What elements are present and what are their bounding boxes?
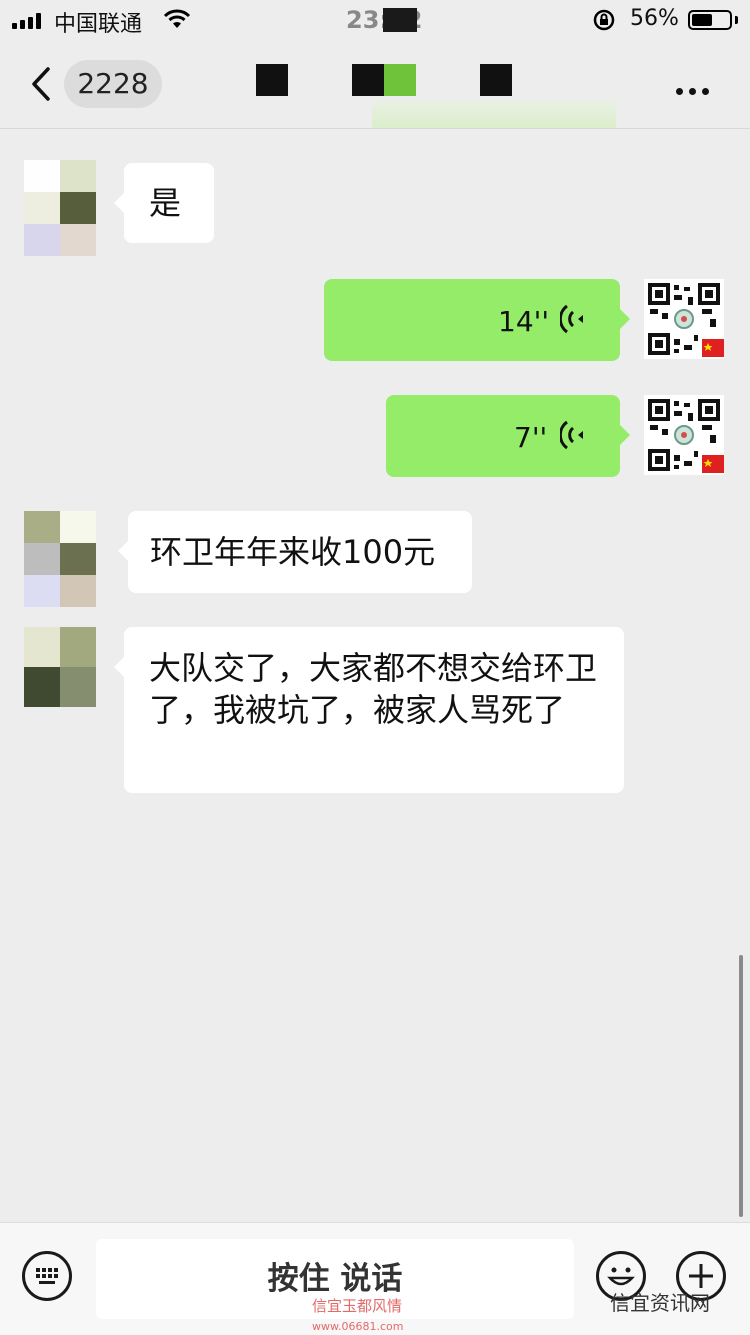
contact-avatar[interactable] [24, 511, 96, 607]
my-avatar[interactable] [644, 395, 724, 475]
unread-count-badge[interactable]: 2228 [64, 60, 162, 108]
watermark-right: 信宜资讯网 [610, 1291, 710, 1315]
battery-icon [688, 10, 732, 30]
message-bubble-incoming[interactable]: 环卫年年来收100元 [118, 511, 472, 593]
scroll-indicator[interactable] [739, 955, 743, 1217]
voice-wave-icon [560, 420, 583, 450]
voice-message-bubble[interactable]: 14'' [324, 279, 630, 361]
carrier-name: 中国联通 [54, 12, 143, 37]
chat-title-redacted [352, 64, 384, 96]
contact-avatar[interactable] [24, 627, 96, 707]
back-chevron-icon[interactable] [30, 66, 52, 102]
message-text: 是 [149, 184, 182, 222]
message-bubble-incoming[interactable]: 是 [114, 163, 214, 243]
watermark-left: 信宜玉都风情 www.06681.com [312, 1295, 403, 1334]
voice-message-bubble[interactable]: 7'' [386, 395, 630, 477]
qr-code-avatar-image [648, 283, 724, 357]
keyboard-toggle-button[interactable] [22, 1251, 72, 1301]
battery-level [692, 14, 712, 26]
wifi-icon [163, 9, 191, 28]
message-list[interactable]: 是 14'' 7'' 环卫年年来收100元 大队交了，大家都不想交给环卫了，我被… [0, 129, 750, 1222]
chat-input-bar: 按住 说话 信宜玉都风情 www.06681.com 信宜资讯网 [0, 1222, 750, 1335]
watermark-left-url: www.06681.com [312, 1320, 404, 1333]
my-avatar[interactable] [644, 279, 724, 359]
watermark-left-text: 信宜玉都风情 [312, 1297, 403, 1315]
rotation-lock-icon [593, 9, 615, 31]
clock-redaction [383, 8, 417, 32]
voice-duration: 7'' [514, 421, 548, 454]
more-options-icon[interactable] [676, 80, 715, 99]
status-bar: 中国联通 23:12 56% [0, 0, 750, 40]
chat-title-redacted [480, 64, 512, 96]
voice-duration: 14'' [498, 305, 550, 338]
battery-percent: 56% [630, 6, 679, 31]
message-text: 环卫年年来收100元 [150, 533, 436, 571]
battery-cap [735, 16, 738, 24]
chat-header: 2228 [0, 40, 750, 129]
chat-title-redacted [256, 64, 288, 96]
chat-title-redacted [384, 64, 416, 96]
title-background-blur [372, 100, 616, 128]
message-text: 大队交了，大家都不想交给环卫了，我被坑了，被家人骂死了 [149, 649, 598, 729]
keyboard-icon [36, 1268, 58, 1284]
qr-code-avatar-image [648, 399, 724, 473]
cellular-signal-icon [12, 13, 46, 29]
contact-avatar[interactable] [24, 160, 96, 256]
message-bubble-incoming[interactable]: 大队交了，大家都不想交给环卫了，我被坑了，被家人骂死了 [114, 627, 624, 793]
voice-wave-icon [560, 304, 583, 334]
